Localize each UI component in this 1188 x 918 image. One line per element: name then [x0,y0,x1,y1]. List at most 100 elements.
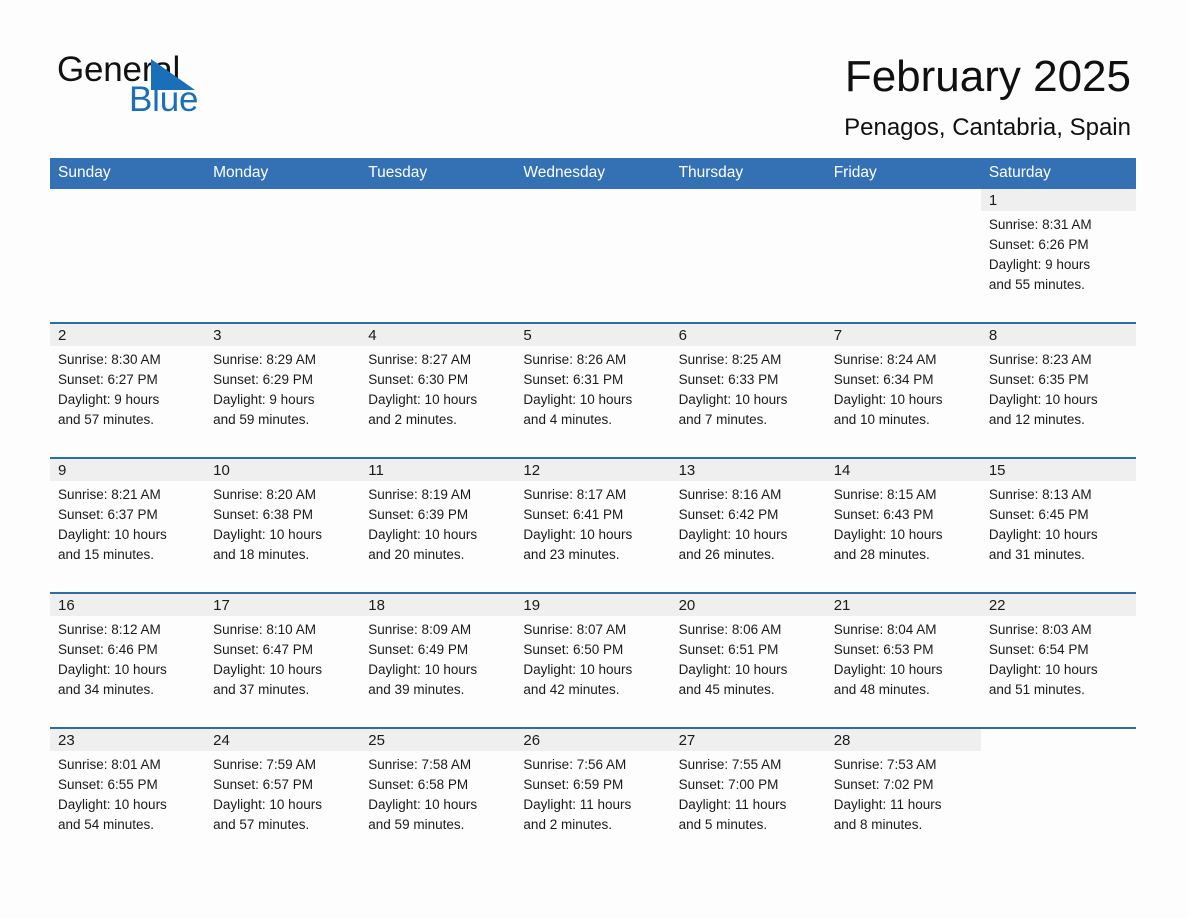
sunrise-text: Sunrise: 8:04 AM [833,622,937,637]
calendar-day-cell[interactable]: 22 Sunrise: 8:03 AM Sunset: 6:54 PM Dayligh… [980,592,1136,728]
calendar-day-cell[interactable]: 5 Sunrise: 8:26 AM Sunset: 6:31 PM Daylight… [515,322,671,458]
sunrise-text: Sunrise: 8:30 AM [58,352,161,367]
calendar-day-cell[interactable]: 15 Sunrise: 8:13 AM Sunset: 6:45 PM Dayligh… [980,457,1136,593]
sunset-text: Sunset: 6:37 PM [58,507,158,522]
calendar-day-cell[interactable]: 28 Sunrise: 7:53 AM Sunset: 7:02 PM Dayligh… [825,727,981,862]
calendar-day-cell[interactable] [360,189,516,323]
calendar-day-cell[interactable]: 23 Sunrise: 8:01 AM Sunset: 6:55 PM Dayligh… [50,727,206,862]
calendar-day-cell[interactable]: 8 Sunrise: 8:23 AM Sunset: 6:35 PM Daylight… [980,322,1136,458]
calendar-day-cell[interactable]: 13 Sunrise: 8:16 AM Sunset: 6:42 PM Dayligh… [670,457,826,593]
daylight-text-line1: Daylight: 10 hours [213,527,322,542]
day-number: 18 [360,594,516,616]
daylight-text-line2: and 51 minutes. [988,682,1085,697]
calendar-grid: Sunday Monday Tuesday Wednesday Thursday… [50,158,1136,862]
day-number: 20 [670,594,826,616]
calendar-day-cell[interactable]: 10 Sunrise: 8:20 AM Sunset: 6:38 PM Dayligh… [205,457,361,593]
day-number: 8 [980,324,1136,346]
sunrise-text: Sunrise: 8:20 AM [213,487,316,502]
sunrise-text: Sunrise: 7:56 AM [523,757,627,772]
calendar-day-cell[interactable]: 21 Sunrise: 8:04 AM Sunset: 6:53 PM Dayligh… [825,592,981,728]
calendar-page: General Blue February 2025 Penagos, Cant… [0,0,1188,918]
calendar-day-cell[interactable]: 19 Sunrise: 8:07 AM Sunset: 6:50 PM Dayligh… [515,592,671,728]
sunset-text: Sunset: 6:33 PM [678,372,779,387]
day-sun-info: Sunrise: 8:17 AM Sunset: 6:41 PM Daylight:… [515,481,670,565]
calendar-day-cell[interactable]: 20 Sunrise: 8:06 AM Sunset: 6:51 PM Dayligh… [670,592,826,728]
calendar-day-cell[interactable] [205,189,361,323]
page-title: February 2025 [844,52,1131,101]
daylight-text-line2: and 45 minutes. [678,682,775,697]
calendar-day: 2 Sunrise: 8:30 AM Sunset: 6:27 PM Daylight… [50,324,206,457]
calendar-day-cell[interactable]: 11 Sunrise: 8:19 AM Sunset: 6:39 PM Dayligh… [360,457,516,593]
daylight-text-line2: and 31 minutes. [988,547,1085,562]
daylight-text-line2: and 59 minutes. [213,412,310,427]
sunset-text: Sunset: 6:46 PM [58,642,158,657]
calendar-day-empty [205,189,361,322]
calendar-day: 22 Sunrise: 8:03 AM Sunset: 6:54 PM Dayligh… [980,594,1136,727]
calendar-day-empty [515,189,671,322]
calendar-day-cell[interactable]: 16 Sunrise: 8:12 AM Sunset: 6:46 PM Dayligh… [50,592,206,728]
calendar-table: Sunday Monday Tuesday Wednesday Thursday… [50,158,1136,862]
day-number [826,189,981,211]
day-number: 22 [980,594,1136,616]
sunset-text: Sunset: 6:34 PM [833,372,934,387]
sunrise-text: Sunrise: 8:03 AM [988,622,1092,637]
day-sun-info: Sunrise: 8:19 AM Sunset: 6:39 PM Daylight:… [360,481,515,565]
sunrise-text: Sunrise: 8:21 AM [58,487,161,502]
day-number: 23 [50,729,206,751]
daylight-text-line1: Daylight: 11 hours [833,797,942,812]
daylight-text-line1: Daylight: 10 hours [523,662,633,677]
day-sun-info: Sunrise: 8:13 AM Sunset: 6:45 PM Daylight:… [981,481,1136,565]
calendar-day-cell[interactable]: 7 Sunrise: 8:24 AM Sunset: 6:34 PM Daylight… [825,322,981,458]
calendar-day-cell[interactable] [670,189,826,323]
weekday-header-sunday: Sunday [50,158,206,189]
calendar-day-cell[interactable]: 9 Sunrise: 8:21 AM Sunset: 6:37 PM Daylight… [50,457,206,593]
weekday-header-friday: Friday [825,158,981,189]
sunset-text: Sunset: 6:43 PM [833,507,934,522]
day-number: 9 [50,459,206,481]
calendar-day: 20 Sunrise: 8:06 AM Sunset: 6:51 PM Dayligh… [670,594,826,727]
calendar-day-cell[interactable]: 1 Sunrise: 8:31 AM Sunset: 6:26 PM Daylight… [980,189,1136,323]
calendar-day: 11 Sunrise: 8:19 AM Sunset: 6:39 PM Dayligh… [360,459,516,592]
calendar-day-cell[interactable] [980,727,1136,862]
day-number: 17 [205,594,361,616]
daylight-text-line2: and 54 minutes. [58,817,155,832]
day-sun-info: Sunrise: 7:58 AM Sunset: 6:58 PM Daylight:… [360,751,515,835]
sunset-text: Sunset: 6:29 PM [213,372,313,387]
calendar-day-cell[interactable]: 25 Sunrise: 7:58 AM Sunset: 6:58 PM Dayligh… [360,727,516,862]
sunset-text: Sunset: 6:55 PM [58,777,158,792]
sunset-text: Sunset: 6:57 PM [213,777,313,792]
calendar-day: 5 Sunrise: 8:26 AM Sunset: 6:31 PM Daylight… [515,324,671,457]
calendar-head: Sunday Monday Tuesday Wednesday Thursday… [50,158,1136,189]
calendar-day-cell[interactable]: 4 Sunrise: 8:27 AM Sunset: 6:30 PM Daylight… [360,322,516,458]
daylight-text-line1: Daylight: 10 hours [523,527,633,542]
calendar-day-cell[interactable] [515,189,671,323]
calendar-day-cell[interactable]: 6 Sunrise: 8:25 AM Sunset: 6:33 PM Daylight… [670,322,826,458]
calendar-day-cell[interactable]: 26 Sunrise: 7:56 AM Sunset: 6:59 PM Dayligh… [515,727,671,862]
day-number: 15 [980,459,1136,481]
calendar-week-row: 23 Sunrise: 8:01 AM Sunset: 6:55 PM Dayligh… [50,727,1136,862]
calendar-day-cell[interactable]: 17 Sunrise: 8:10 AM Sunset: 6:47 PM Dayligh… [205,592,361,728]
calendar-day: 28 Sunrise: 7:53 AM Sunset: 7:02 PM Dayligh… [825,729,981,862]
day-sun-info: Sunrise: 7:56 AM Sunset: 6:59 PM Daylight:… [515,751,670,835]
day-sun-info: Sunrise: 8:06 AM Sunset: 6:51 PM Daylight:… [671,616,826,700]
calendar-day-empty [980,729,1136,862]
daylight-text-line1: Daylight: 10 hours [833,392,943,407]
calendar-day-cell[interactable]: 18 Sunrise: 8:09 AM Sunset: 6:49 PM Dayligh… [360,592,516,728]
day-sun-info: Sunrise: 8:15 AM Sunset: 6:43 PM Daylight:… [826,481,981,565]
calendar-day-cell[interactable]: 24 Sunrise: 7:59 AM Sunset: 6:57 PM Dayligh… [205,727,361,862]
calendar-day-cell[interactable] [825,189,981,323]
calendar-day-cell[interactable]: 14 Sunrise: 8:15 AM Sunset: 6:43 PM Dayligh… [825,457,981,593]
sunset-text: Sunset: 6:30 PM [368,372,469,387]
calendar-day-cell[interactable] [50,189,206,323]
brand-logo[interactable]: General Blue [57,52,317,122]
calendar-day-cell[interactable]: 12 Sunrise: 8:17 AM Sunset: 6:41 PM Dayligh… [515,457,671,593]
calendar-day-cell[interactable]: 27 Sunrise: 7:55 AM Sunset: 7:00 PM Dayligh… [670,727,826,862]
day-sun-info: Sunrise: 7:59 AM Sunset: 6:57 PM Daylight:… [205,751,360,835]
daylight-text-line1: Daylight: 10 hours [678,662,788,677]
daylight-text-line1: Daylight: 10 hours [58,662,167,677]
daylight-text-line2: and 48 minutes. [833,682,930,697]
calendar-day-cell[interactable]: 2 Sunrise: 8:30 AM Sunset: 6:27 PM Daylight… [50,322,206,458]
daylight-text-line2: and 26 minutes. [678,547,775,562]
day-sun-info: Sunrise: 7:53 AM Sunset: 7:02 PM Daylight:… [826,751,981,835]
calendar-day-cell[interactable]: 3 Sunrise: 8:29 AM Sunset: 6:29 PM Daylight… [205,322,361,458]
